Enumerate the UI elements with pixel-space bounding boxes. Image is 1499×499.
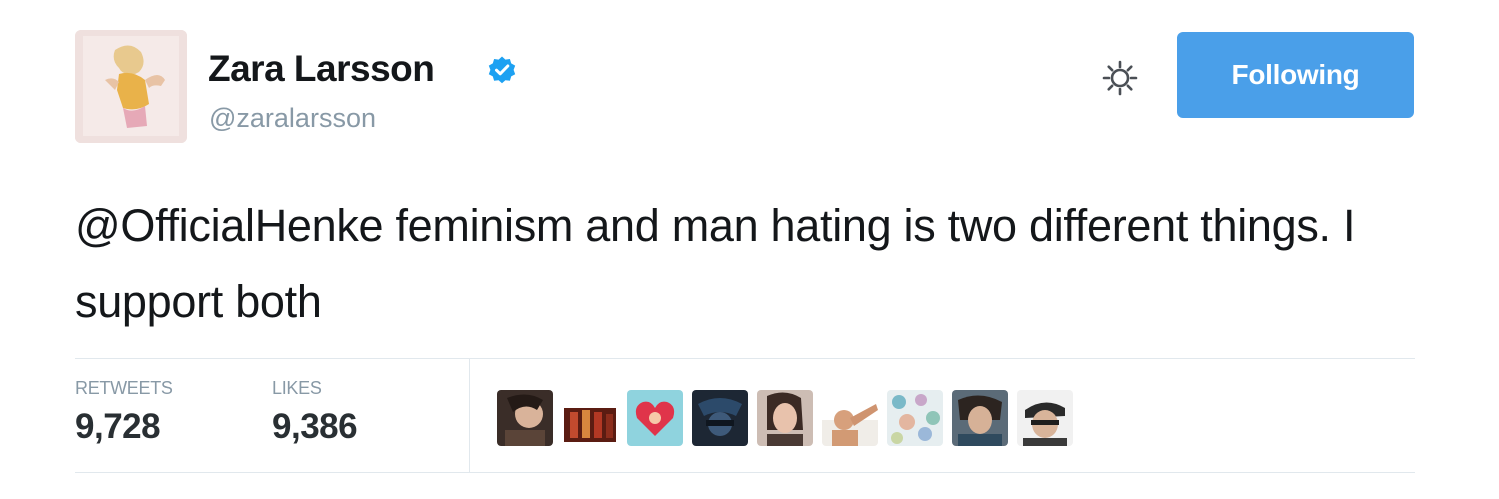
verified-badge-icon <box>488 56 516 84</box>
liker-photo-icon <box>1017 390 1073 446</box>
liker-photo-icon <box>627 390 683 446</box>
liker-photo-icon <box>692 390 748 446</box>
liker-photo-icon <box>887 390 943 446</box>
liker-avatar[interactable] <box>497 390 553 446</box>
likes-count: 9,386 <box>272 407 358 446</box>
profile-avatar[interactable] <box>75 30 187 143</box>
liker-avatar[interactable] <box>627 390 683 446</box>
liker-avatar[interactable] <box>822 390 878 446</box>
likes-stat[interactable]: LIKES 9,386 <box>272 378 358 447</box>
liker-photo-icon <box>757 390 813 446</box>
likes-label: LIKES <box>272 378 322 398</box>
liker-photo-icon <box>562 390 618 446</box>
display-name[interactable]: Zara Larsson <box>208 48 435 90</box>
liker-photo-icon <box>497 390 553 446</box>
mention-link[interactable]: @OfficialHenke <box>75 200 384 251</box>
user-handle[interactable]: @zaralarsson <box>209 103 376 134</box>
stats-divider-bottom <box>75 472 1415 473</box>
tweet-text: @OfficialHenke feminism and man hating i… <box>75 188 1415 340</box>
profile-photo-icon <box>75 30 187 143</box>
retweets-stat[interactable]: RETWEETS 9,728 <box>75 378 173 447</box>
liker-avatar[interactable] <box>887 390 943 446</box>
liker-avatar[interactable] <box>692 390 748 446</box>
liker-avatar[interactable] <box>1017 390 1073 446</box>
likers-avatar-row <box>497 388 1073 446</box>
liker-photo-icon <box>952 390 1008 446</box>
stats-divider-top <box>75 358 1415 359</box>
liker-avatar[interactable] <box>562 390 618 446</box>
liker-photo-icon <box>822 390 878 446</box>
retweets-count: 9,728 <box>75 407 161 446</box>
gear-icon[interactable] <box>1100 58 1140 98</box>
retweets-label: RETWEETS <box>75 378 173 398</box>
liker-avatar[interactable] <box>757 390 813 446</box>
stats-divider-vertical <box>469 359 470 472</box>
liker-avatar[interactable] <box>952 390 1008 446</box>
tweet-card: Zara Larsson @zaralarsson Following @Off… <box>0 0 1499 499</box>
following-button[interactable]: Following <box>1177 32 1414 118</box>
